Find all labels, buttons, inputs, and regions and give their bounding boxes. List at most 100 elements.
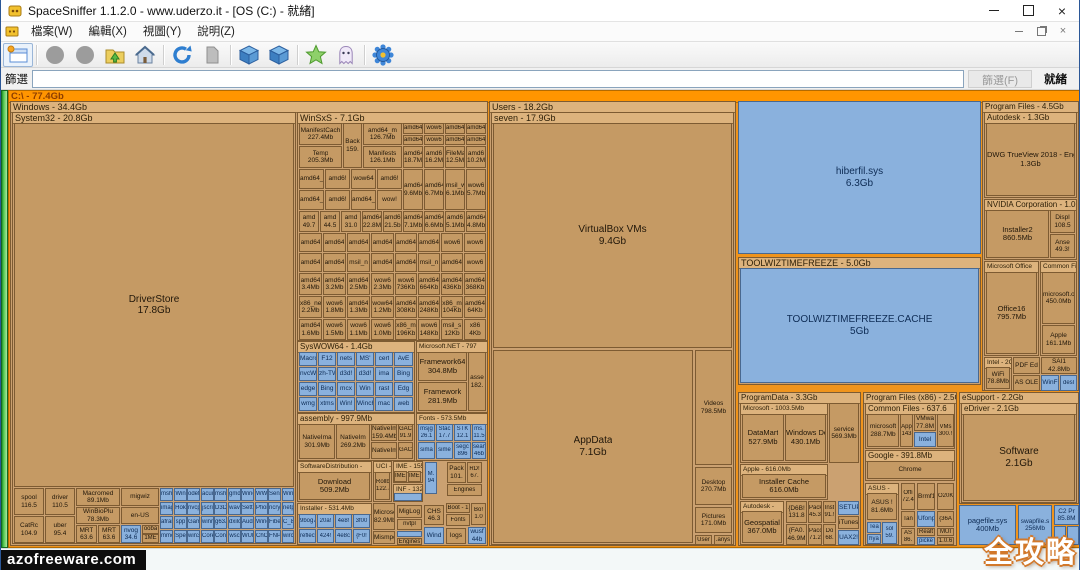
treemap-folder-leaf[interactable]: .anys <box>714 535 732 545</box>
treemap-folder-leaf[interactable]: wow61.1Mb <box>347 319 370 340</box>
treemap-folder-leaf[interactable]: MigLog <box>397 505 422 518</box>
treemap-folder-leaf[interactable]: amd643.4Mb <box>299 273 322 295</box>
treemap-folder-leaf[interactable]: nvtpl <box>397 519 422 530</box>
treemap-folder-leaf[interactable]: amd64 <box>395 253 417 272</box>
treemap-folder-leaf[interactable]: uber95.4 <box>45 516 75 543</box>
treemap-file[interactable]: Wind <box>424 527 444 544</box>
treemap-folder-leaf[interactable]: Back159. <box>343 123 362 168</box>
treemap-file[interactable]: mcx <box>337 382 355 396</box>
treemap-file[interactable]: D3D <box>214 502 227 515</box>
treemap-file[interactable]: spp <box>174 516 187 529</box>
treemap-folder-leaf[interactable]: Geospatial367.0Mb <box>742 511 782 543</box>
menu-item-1[interactable]: 檔案(W) <box>23 26 81 38</box>
mdi-close-button[interactable]: × <box>1057 26 1069 38</box>
new-view-button[interactable] <box>3 43 33 67</box>
treemap-folder-leaf[interactable]: wow61.8Mb <box>323 296 346 318</box>
treemap-file[interactable]: 3f00 <box>353 514 370 528</box>
treemap-folder-leaf[interactable]: amd64_ <box>299 169 324 189</box>
treemap-folder-leaf[interactable]: FileMa12.5M <box>445 146 465 168</box>
treemap-file[interactable]: hya <box>867 534 881 544</box>
treemap-folder-leaf[interactable]: {FA0.46.9M <box>786 524 807 545</box>
treemap-folder-leaf[interactable]: WinBioPlu78.3Mb <box>76 507 120 524</box>
treemap-folder-leaf[interactable]: msil_n <box>418 253 440 272</box>
treemap-file[interactable]: Stac17.7 <box>436 424 453 441</box>
treemap-file[interactable]: Pfior <box>255 502 268 515</box>
treemap-folder-leaf[interactable]: Displ108.5 <box>1050 210 1075 233</box>
treemap-folder-leaf[interactable]: driver110.5 <box>45 488 75 515</box>
treemap-folder-leaf[interactable]: CatRc104.9 <box>14 516 44 543</box>
treemap-folder-leaf[interactable]: amd641.6Mb <box>299 319 322 340</box>
treemap-file[interactable]: acui <box>201 488 214 501</box>
treemap-file[interactable]: nvog34.6 <box>121 525 141 543</box>
treemap-file[interactable]: d3d! <box>356 367 374 381</box>
treemap-file[interactable] <box>394 493 422 501</box>
treemap-folder-leaf[interactable]: RD!67. <box>467 462 482 483</box>
treemap-folder-leaf[interactable]: amd65.1Mb <box>445 211 465 232</box>
treemap-folder-leaf[interactable]: ASUS !81.6Mb <box>867 493 897 520</box>
treemap-file[interactable]: Core <box>201 530 214 543</box>
menu-item-2[interactable]: 編輯(X) <box>81 26 135 38</box>
treemap-folder-leaf[interactable]: SAI142.8Mb <box>1041 357 1077 374</box>
treemap-folder-leaf[interactable]: amd64436Kb <box>441 273 463 295</box>
menu-item-3[interactable]: 視圖(Y) <box>135 26 189 38</box>
treemap-file[interactable]: Setti <box>241 502 254 515</box>
treemap-folder-leaf[interactable]: iTunes <box>838 516 859 529</box>
treemap-folder-leaf[interactable]: amd64 <box>466 123 486 134</box>
treemap-folder-leaf[interactable]: amd64 <box>371 253 394 272</box>
treemap-folder-leaf[interactable]: amd6464Kb <box>464 296 486 318</box>
treemap-file[interactable]: 4e8! <box>335 514 352 528</box>
treemap-folder-leaf[interactable]: {D6B!131.8 <box>786 501 807 523</box>
treemap-folder-leaf[interactable]: ManifestCach227.4Mb <box>299 123 342 145</box>
treemap-folder-leaf[interactable]: amd642.5Mb <box>347 273 370 295</box>
treemap-folder-leaf[interactable]: x86_m104Kb <box>441 296 463 318</box>
treemap-file[interactable]: Win <box>174 488 187 501</box>
treemap-folder-leaf[interactable]: amd616.2M <box>424 146 444 168</box>
treemap-folder-leaf[interactable]: wow6 <box>441 233 463 252</box>
treemap-folder-leaf[interactable]: wow! <box>377 190 402 210</box>
treemap-folder-leaf[interactable]: amd6418.7Mb <box>403 146 423 168</box>
treemap-file[interactable]: hiberfil.sys6.3Gb <box>738 101 981 254</box>
treemap-folder-leaf[interactable]: AppData7.1Gb <box>493 350 693 543</box>
treemap-folder-leaf[interactable]: NativeIm <box>371 442 397 459</box>
treemap-file[interactable]: WUD <box>241 530 254 543</box>
treemap-file[interactable]: ChC <box>255 530 268 543</box>
treemap-file[interactable]: sime <box>436 442 453 459</box>
treemap-folder-leaf[interactable]: Do68. <box>823 524 836 545</box>
free-space-strip[interactable] <box>1 90 8 548</box>
treemap-folder-leaf[interactable]: Download509.2Mb <box>299 472 370 500</box>
treemap-file[interactable]: Spe <box>174 530 187 543</box>
treemap-folder-leaf[interactable]: x864Kb <box>464 319 486 340</box>
treemap-folder-leaf[interactable]: amd621.5b <box>383 211 402 232</box>
treemap-file[interactable]: wusf44b <box>468 527 486 544</box>
treemap-folder-leaf[interactable]: ooba <box>142 525 159 534</box>
treemap-file[interactable]: FNP <box>268 530 281 543</box>
treemap-folder-leaf[interactable]: amd6! <box>325 169 350 189</box>
treemap-folder-leaf[interactable]: WiFi78.8Mb <box>986 367 1010 389</box>
treemap-folder-leaf[interactable]: IMET <box>394 471 407 482</box>
close-button[interactable]: × <box>1045 0 1079 21</box>
treemap-folder-leaf[interactable]: amd64 <box>299 233 322 252</box>
filter-apply-button[interactable]: 篩選(F) <box>968 70 1032 88</box>
treemap-folder-leaf[interactable]: Installer Cache616.0Mb <box>742 474 826 498</box>
treemap-file[interactable]: dxilc <box>228 516 241 529</box>
treemap-file[interactable]: msh <box>214 488 227 501</box>
treemap-folder-leaf[interactable]: Pictures171.0Mb <box>695 507 732 533</box>
treemap-file[interactable]: Edg <box>394 382 413 396</box>
treemap-folder-leaf[interactable]: VMwa77.8M <box>914 414 936 431</box>
back-button[interactable] <box>40 43 70 67</box>
treemap-folder-leaf[interactable]: VirtualBox VMs9.4Gb <box>493 123 732 348</box>
treemap-file[interactable]: Win <box>356 382 374 396</box>
menu-item-4[interactable]: 說明(Z) <box>189 26 243 38</box>
treemap-file[interactable]: WWA <box>255 488 268 501</box>
treemap-folder-leaf[interactable]: DriverStore17.8Gb <box>14 123 294 487</box>
free-space-ghost-button[interactable] <box>331 43 361 67</box>
filter-star-button[interactable] <box>301 43 331 67</box>
treemap-folder-leaf[interactable]: wow64 <box>351 169 376 189</box>
treemap-file[interactable]: Macro <box>299 352 317 366</box>
treemap-folder-leaf[interactable]: Bo!1.0 <box>471 503 486 525</box>
treemap-file[interactable]: sol59. <box>882 522 897 544</box>
treemap-folder-leaf[interactable]: Pack101. <box>447 462 466 483</box>
treemap-folder-leaf[interactable]: Desktop270.7Mb <box>695 467 732 505</box>
treemap-folder-leaf[interactable]: Temp205.3Mb <box>299 146 342 168</box>
treemap-file[interactable] <box>397 531 422 537</box>
